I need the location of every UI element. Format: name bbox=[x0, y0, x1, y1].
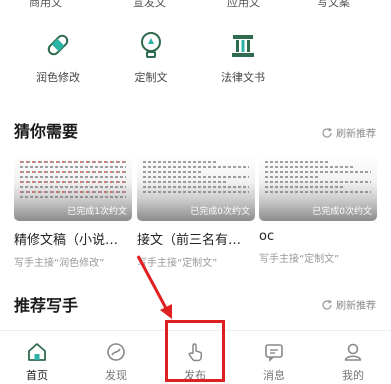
nav-discover[interactable]: 发现 bbox=[86, 341, 146, 383]
nav-profile-label: 我的 bbox=[342, 369, 364, 382]
profile-icon bbox=[344, 343, 362, 361]
courthouse-icon bbox=[232, 35, 254, 57]
nav-messages[interactable]: 消息 bbox=[244, 341, 304, 383]
refresh-icon bbox=[322, 127, 333, 138]
home-icon bbox=[28, 343, 46, 361]
guess-section-title: 猜你需要 bbox=[14, 122, 79, 141]
document-preview bbox=[20, 161, 126, 201]
discover-icon bbox=[107, 343, 125, 361]
nav-home[interactable]: 首页 bbox=[7, 341, 67, 383]
category-label-commercial[interactable]: 商用文 bbox=[29, 0, 62, 10]
card-completed-badge: 已完成0次约文 bbox=[190, 207, 250, 217]
guess-refresh-label: 刷新推荐 bbox=[336, 129, 376, 140]
custom-pen-icon bbox=[141, 32, 161, 58]
tool-custom[interactable]: 定制文 bbox=[111, 30, 191, 85]
writers-refresh-button[interactable]: 刷新推荐 bbox=[321, 297, 376, 312]
recommend-card[interactable]: 已完成1次约文 精修文稿（小说… 写手主接“润色修改” bbox=[14, 155, 132, 269]
card-title: oc bbox=[259, 229, 275, 244]
nav-discover-label: 发现 bbox=[105, 369, 127, 382]
card-completed-badge: 已完成0次约文 bbox=[312, 207, 372, 217]
tool-legal[interactable]: 法律文书 bbox=[203, 30, 283, 85]
tool-legal-label: 法律文书 bbox=[221, 71, 265, 84]
bandage-icon bbox=[47, 34, 69, 56]
tool-custom-label: 定制文 bbox=[134, 71, 168, 84]
nav-profile[interactable]: 我的 bbox=[323, 341, 383, 383]
annotation-arrow-icon bbox=[136, 255, 172, 319]
category-label-practical[interactable]: 应用文 bbox=[227, 0, 260, 10]
category-label-copywriting[interactable]: 写文案 bbox=[317, 0, 350, 10]
category-label-promo[interactable]: 宣发文 bbox=[133, 0, 166, 10]
card-title: 接文（前三名有… bbox=[137, 233, 242, 248]
card-subtitle: 写手主接“定制文” bbox=[259, 254, 340, 265]
nav-home-label: 首页 bbox=[26, 369, 48, 382]
document-preview bbox=[143, 161, 249, 201]
refresh-icon bbox=[322, 299, 333, 310]
card-thumbnail: 已完成0次约文 bbox=[259, 155, 377, 221]
recommend-card[interactable]: 已完成0次约文 oc 写手主接“定制文” bbox=[259, 155, 377, 265]
category-labels-row: 商用文 宣发文 应用文 写文案 bbox=[0, 0, 391, 10]
message-icon bbox=[265, 344, 283, 362]
card-thumbnail: 已完成1次约文 bbox=[14, 155, 132, 221]
guess-refresh-button[interactable]: 刷新推荐 bbox=[321, 125, 376, 140]
nav-messages-label: 消息 bbox=[263, 369, 285, 382]
writers-refresh-label: 刷新推荐 bbox=[336, 301, 376, 312]
card-thumbnail: 已完成0次约文 bbox=[137, 155, 255, 221]
card-completed-badge: 已完成1次约文 bbox=[67, 207, 127, 217]
tool-polish-label: 润色修改 bbox=[36, 71, 80, 84]
card-subtitle: 写手主接“润色修改” bbox=[14, 258, 105, 269]
annotation-highlight-box bbox=[165, 320, 225, 382]
document-preview bbox=[265, 161, 371, 201]
tool-polish[interactable]: 润色修改 bbox=[18, 30, 98, 85]
tool-grid: 润色修改 定制文 法律文书 bbox=[0, 30, 391, 94]
card-title: 精修文稿（小说… bbox=[14, 233, 119, 248]
writers-section-title: 推荐写手 bbox=[14, 296, 79, 315]
